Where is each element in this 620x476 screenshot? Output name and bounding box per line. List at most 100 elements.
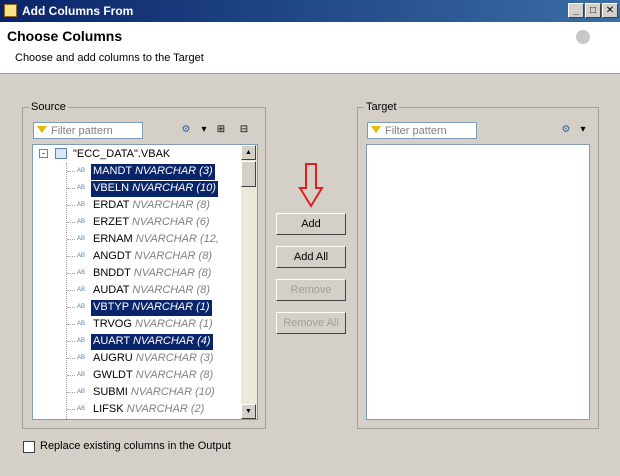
column-name: GWLDT <box>93 369 133 381</box>
string-type-icon: AB <box>77 287 86 293</box>
target-filter-placeholder: Filter pattern <box>385 125 447 137</box>
column-label: TRVOG NVARCHAR (1) <box>91 317 215 333</box>
replace-columns-label: Replace existing columns in the Output <box>40 440 231 452</box>
tree-column-item[interactable]: AB AUGRU NVARCHAR (3) <box>33 350 241 367</box>
column-label: LIFSK NVARCHAR (2) <box>91 402 206 418</box>
window-title: Add Columns From <box>22 4 134 18</box>
expand-all-icon[interactable]: ⊞ <box>213 123 229 137</box>
column-name: ANGDT <box>93 250 132 262</box>
collapse-all-icon[interactable]: ⊟ <box>236 123 252 137</box>
column-label: AUGRU NVARCHAR (3) <box>91 351 215 367</box>
column-label: VBELN NVARCHAR (10) <box>91 181 218 197</box>
column-name: AUDAT <box>93 284 130 296</box>
tree-column-item[interactable]: AB ERDAT NVARCHAR (8) <box>33 197 241 214</box>
tree-connector <box>67 375 75 376</box>
column-name: ERDAT <box>93 199 130 211</box>
tree-column-item[interactable]: AB ERZET NVARCHAR (6) <box>33 214 241 231</box>
tree-connector <box>67 273 75 274</box>
column-type: NVARCHAR (6) <box>131 216 210 228</box>
remove-button[interactable]: Remove <box>276 279 346 301</box>
tree-column-item[interactable]: AB GWLDT NVARCHAR (8) <box>33 367 241 384</box>
select-columns-icon[interactable]: ⚙ <box>178 123 194 137</box>
column-name: ERZET <box>93 216 129 228</box>
tree-column-item[interactable]: AB BNDDT NVARCHAR (8) <box>33 265 241 282</box>
column-label: GWLDT NVARCHAR (8) <box>91 368 215 384</box>
string-type-icon: AB <box>77 253 86 259</box>
column-label: SUBMI NVARCHAR (10) <box>91 385 217 401</box>
tree-root[interactable]: - "ECC_DATA".VBAK <box>33 146 243 163</box>
column-name: TRVOG <box>93 318 132 330</box>
source-filter-input[interactable]: Filter pattern <box>33 122 143 139</box>
column-name: ERNAM <box>93 233 133 245</box>
add-all-button[interactable]: Add All <box>276 246 346 268</box>
tree-connector <box>67 341 75 342</box>
string-type-icon: AB <box>77 304 86 310</box>
column-type: NVARCHAR (8) <box>132 199 210 211</box>
add-button[interactable]: Add <box>276 213 346 235</box>
column-label: ERZET NVARCHAR (6) <box>91 215 212 231</box>
collapse-toggle-icon[interactable]: - <box>39 149 48 158</box>
column-type: NVARCHAR (1) <box>134 318 213 330</box>
string-type-icon: AB <box>77 202 86 208</box>
string-type-icon: AB <box>77 355 86 361</box>
column-name: LIFSK <box>93 403 124 415</box>
page-subtitle: Choose and add columns to the Target <box>15 52 204 64</box>
title-bar: Add Columns From _ □ ✕ <box>0 0 620 22</box>
source-tree[interactable]: - "ECC_DATA".VBAK AB MANDT NVARCHAR (3) AB… <box>32 144 258 420</box>
tree-column-item[interactable]: AB MANDT NVARCHAR (3) <box>33 163 241 180</box>
tree-connector <box>67 307 75 308</box>
scroll-down-icon[interactable]: ▼ <box>241 404 256 419</box>
dialog-header: Choose Columns Choose and add columns to… <box>0 22 620 74</box>
string-type-icon: AB <box>77 389 86 395</box>
tree-column-item[interactable]: AB ANGDT NVARCHAR (8) <box>33 248 241 265</box>
column-label: ANGDT NVARCHAR (8) <box>91 249 214 265</box>
string-type-icon: AB <box>77 236 86 242</box>
filter-icon <box>371 126 381 133</box>
page-title: Choose Columns <box>7 28 123 44</box>
tree-column-item[interactable]: AB VBELN NVARCHAR (10) <box>33 180 241 197</box>
column-type: NVARCHAR (4) <box>132 335 211 347</box>
column-type: NVARCHAR (8) <box>135 369 214 381</box>
close-button[interactable]: ✕ <box>602 3 618 18</box>
column-label: ERDAT NVARCHAR (8) <box>91 198 212 214</box>
string-type-icon: AB <box>77 185 86 191</box>
maximize-button[interactable]: □ <box>585 3 601 18</box>
tree-connector <box>67 290 75 291</box>
dropdown-chevron-icon[interactable]: ▾ <box>575 123 591 137</box>
tree-column-item[interactable]: AB SUBMI NVARCHAR (10) <box>33 384 241 401</box>
column-type: NVARCHAR (12, <box>135 233 219 245</box>
dropdown-chevron-icon[interactable]: ▾ <box>196 123 212 137</box>
source-scrollbar[interactable]: ▲ ▼ <box>241 145 257 419</box>
tree-column-item[interactable]: AB AUART NVARCHAR (4) <box>33 333 241 350</box>
select-columns-icon[interactable]: ⚙ <box>558 123 574 137</box>
tree-column-item[interactable]: AB LIFSK NVARCHAR (2) <box>33 401 241 418</box>
target-filter-input[interactable]: Filter pattern <box>367 122 477 139</box>
tree-connector <box>67 171 75 172</box>
column-name: SUBMI <box>93 386 128 398</box>
remove-all-button[interactable]: Remove All <box>276 312 346 334</box>
tree-column-item[interactable]: AB VBTYP NVARCHAR (1) <box>33 299 241 316</box>
tree-connector <box>67 358 75 359</box>
source-label: Source <box>29 101 68 113</box>
column-type: NVARCHAR (10) <box>132 182 216 194</box>
column-label: ERNAM NVARCHAR (12, <box>91 232 221 248</box>
tree-column-item[interactable]: AB AUDAT NVARCHAR (8) <box>33 282 241 299</box>
table-icon <box>55 148 67 159</box>
string-type-icon: AB <box>77 219 86 225</box>
column-type: NVARCHAR (3) <box>135 352 214 364</box>
column-label: AUART NVARCHAR (4) <box>91 334 213 350</box>
column-type: NVARCHAR (2) <box>126 403 205 415</box>
string-type-icon: AB <box>77 372 86 378</box>
string-type-icon: AB <box>77 406 86 412</box>
tree-column-item[interactable]: AB TRVOG NVARCHAR (1) <box>33 316 241 333</box>
column-name: AUGRU <box>93 352 133 364</box>
replace-columns-checkbox[interactable] <box>23 441 35 453</box>
scroll-up-icon[interactable]: ▲ <box>241 145 256 160</box>
scroll-thumb[interactable] <box>241 161 256 187</box>
minimize-button[interactable]: _ <box>568 3 584 18</box>
column-type: NVARCHAR (10) <box>130 386 215 398</box>
column-name: MANDT <box>93 165 132 177</box>
arrow-down-icon <box>298 163 324 208</box>
tree-column-item[interactable]: AB ERNAM NVARCHAR (12, <box>33 231 241 248</box>
target-list[interactable] <box>366 144 590 420</box>
